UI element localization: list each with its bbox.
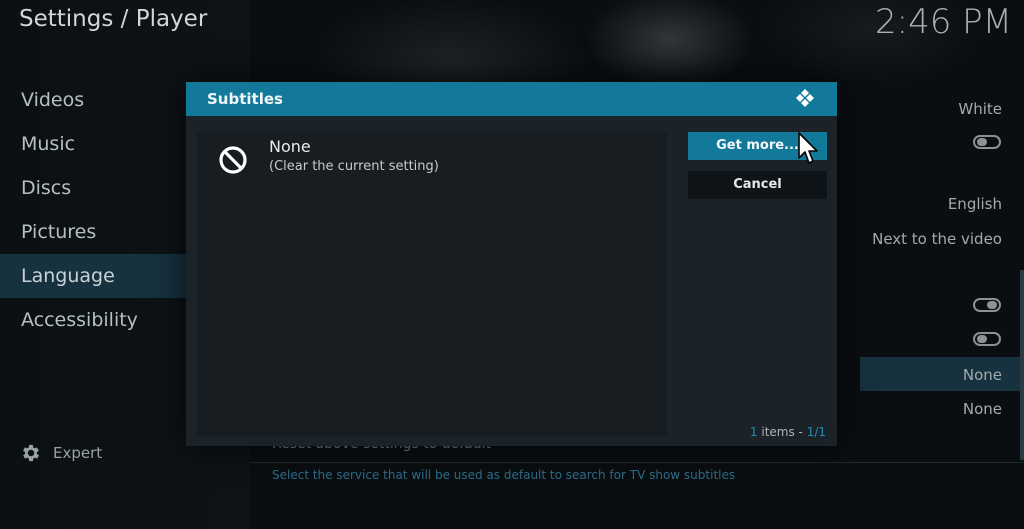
expert-level-button[interactable]: Expert — [20, 441, 102, 465]
setting-value[interactable]: None — [963, 366, 1002, 384]
nav-item-accessibility[interactable]: Accessibility — [0, 298, 190, 342]
gear-icon — [23, 444, 39, 462]
page-breadcrumb: Settings / Player — [19, 6, 208, 32]
setting-description: Select the service that will be used as … — [272, 468, 736, 482]
subtitles-dialog: Subtitles None (Clear the current settin… — [186, 82, 837, 446]
toggle-switch[interactable] — [973, 332, 1001, 346]
settings-category-nav: Videos Music Discs Pictures Language Acc… — [0, 78, 190, 342]
mouse-cursor-icon — [798, 132, 818, 164]
nav-item-discs[interactable]: Discs — [0, 166, 190, 210]
scrollbar[interactable] — [1020, 270, 1024, 460]
kodi-logo-icon — [796, 89, 814, 107]
subtitle-list: None (Clear the current setting) — [197, 131, 667, 436]
list-item[interactable]: None (Clear the current setting) — [197, 131, 667, 185]
items-count-pages: 1/1 — [806, 425, 826, 439]
nav-item-videos[interactable]: Videos — [0, 78, 190, 122]
expert-label: Expert — [53, 444, 103, 462]
no-entry-icon — [219, 146, 247, 174]
nav-item-language[interactable]: Language — [0, 254, 190, 298]
nav-item-music[interactable]: Music — [0, 122, 190, 166]
list-item-title: None — [269, 137, 311, 156]
nav-item-pictures[interactable]: Pictures — [0, 210, 190, 254]
setting-value[interactable]: White — [958, 100, 1002, 118]
list-item-subtitle: (Clear the current setting) — [269, 159, 439, 174]
dialog-header: Subtitles — [186, 82, 837, 116]
setting-value[interactable]: English — [948, 195, 1002, 213]
toggle-switch[interactable] — [973, 298, 1001, 312]
setting-value[interactable]: None — [963, 400, 1002, 418]
toggle-switch[interactable] — [973, 135, 1001, 149]
items-count-label: items - — [757, 425, 807, 439]
cancel-button[interactable]: Cancel — [688, 171, 827, 199]
items-count: 1 items - 1/1 — [750, 425, 826, 439]
setting-value[interactable]: Next to the video — [872, 230, 1002, 248]
items-count-number: 1 — [749, 425, 758, 439]
dialog-title: Subtitles — [207, 90, 283, 108]
